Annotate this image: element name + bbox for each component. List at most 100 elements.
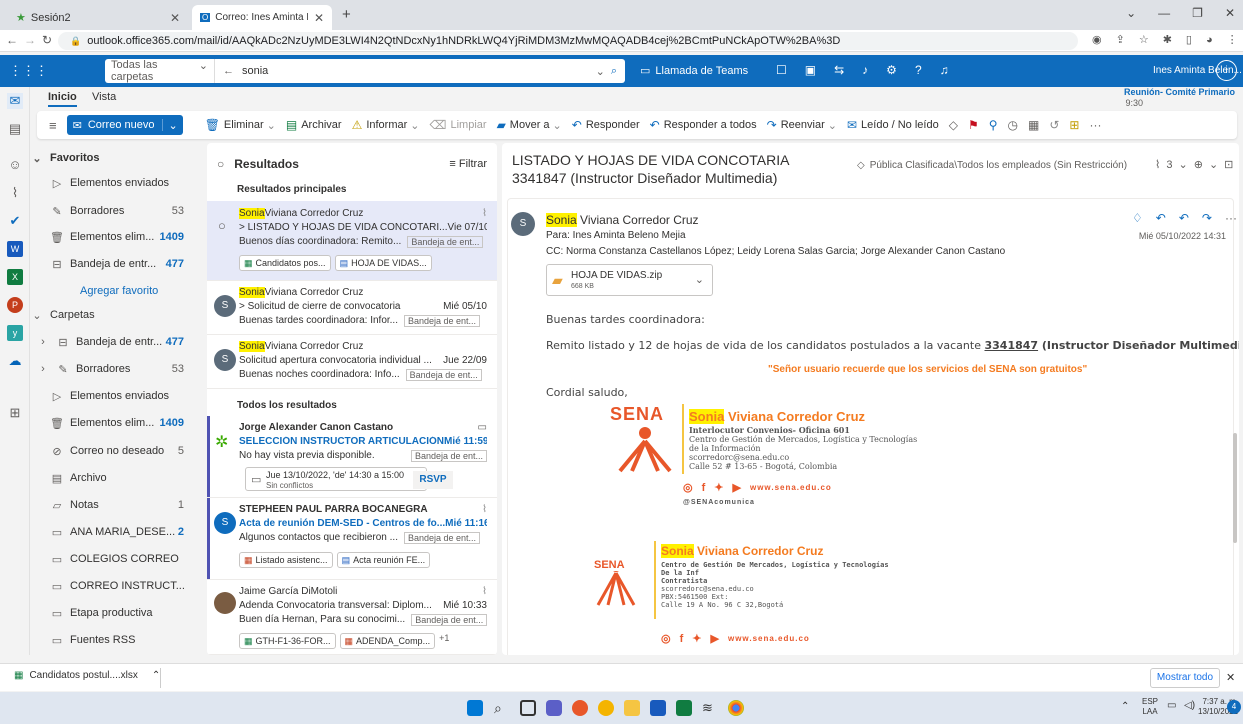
folder-item[interactable]: ▭ ANA MARIA_DESE... 2 <box>30 521 200 543</box>
rules-icon[interactable]: ▦ <box>1028 118 1039 132</box>
teams-chat-icon[interactable] <box>546 700 562 716</box>
chevron-down-icon[interactable]: ⌄ <box>1179 158 1188 171</box>
attachment-chip[interactable]: ▤ Acta reunión FE... <box>336 552 431 568</box>
file-explorer-icon[interactable] <box>624 700 640 716</box>
folder-item[interactable]: ⊟ Bandeja de entr... 477 <box>30 253 200 275</box>
attachment-chip[interactable]: ▤ HOJA DE VIDAS... <box>334 255 432 271</box>
list-item[interactable]: Jaime García DiMotoli ⌇ Adenda Convocator… <box>207 580 497 655</box>
yammer-app-icon[interactable]: y <box>7 325 23 341</box>
rsvp-button[interactable]: RSVP <box>413 471 453 489</box>
user-avatar[interactable]: i <box>1216 60 1237 81</box>
more-apps-icon[interactable]: ⊞ <box>7 405 23 421</box>
close-tab-icon[interactable]: ✕ <box>164 11 180 25</box>
browser-tab-outlook[interactable]: O Correo: Ines Aminta Beleno Mejí ✕ <box>192 5 332 30</box>
folder-item[interactable]: › ⊟ Bandeja de entr... 477 <box>30 331 200 353</box>
clean-button[interactable]: ⌫ Limpiar <box>430 118 487 132</box>
chevron-down-icon[interactable]: ⌄ <box>695 273 704 286</box>
folder-item[interactable]: ▷ Elementos enviados <box>30 385 200 407</box>
settings-gear-icon[interactable]: ⚙ <box>886 63 897 77</box>
more-icon[interactable]: ··· <box>1225 211 1237 225</box>
instagram-icon[interactable]: ◎ <box>683 481 693 494</box>
reading-scrollbar[interactable] <box>1233 433 1237 543</box>
favorites-header[interactable]: ⌄ Favoritos <box>30 147 200 169</box>
move-button[interactable]: ▰ Mover a ⌄ <box>497 118 562 132</box>
teams-call-button[interactable]: ▭ Llamada de Teams <box>640 64 748 78</box>
new-mail-button[interactable]: ✉ Correo nuevo ⌄ <box>66 115 183 135</box>
flag-icon[interactable]: ⚑ <box>968 118 979 132</box>
sig-website[interactable]: www.sena.edu.co <box>750 483 832 492</box>
forward-icon[interactable]: ↷ <box>1202 211 1212 225</box>
task-view-icon[interactable] <box>520 700 536 716</box>
folder-sync-icon[interactable]: ⇆ <box>834 63 844 77</box>
list-item[interactable]: S STEPHEEN PAUL PARRA BOCANEGRA ⌇ Acta de… <box>207 498 497 580</box>
delete-button[interactable]: 🗑 Eliminar ⌄ <box>205 118 276 132</box>
folder-item[interactable]: ▭ Etapa productiva <box>30 602 200 624</box>
reply-button[interactable]: ↶ Responder <box>572 118 640 132</box>
meeting-card[interactable]: ▭ Jue 13/10/2022, 'de' 14:30 a 15:00 Sin… <box>245 467 427 491</box>
url-field[interactable]: 🔒 outlook.office365.com/mail/id/AAQkADc2… <box>58 32 1078 50</box>
chat-icon[interactable]: ☐ <box>776 63 787 77</box>
folder-item[interactable]: ▭ CORREO INSTRUCT... <box>30 575 200 597</box>
attachment-chip[interactable]: ▦ Candidatos pos... <box>239 255 331 271</box>
tag-icon[interactable]: ◇ <box>949 118 958 132</box>
folder-item[interactable]: ▭ Fuentes RSS <box>30 629 200 651</box>
snooze-icon[interactable]: ◷ <box>1008 118 1018 132</box>
search-input[interactable]: sonia <box>242 65 268 77</box>
browser-icon[interactable] <box>598 700 614 716</box>
attachment-card[interactable]: ▰ HOJA DE VIDAS.zip 668 KB ⌄ <box>546 264 713 296</box>
twitter-icon[interactable]: ✦ <box>692 632 701 645</box>
instagram-icon[interactable]: ◎ <box>661 632 671 645</box>
folder-item[interactable]: ▷ Elementos enviados <box>30 172 200 194</box>
tab-vista[interactable]: Vista <box>92 91 116 103</box>
overflow-icon[interactable]: ··· <box>1089 118 1101 132</box>
back-icon[interactable]: ← <box>6 33 18 47</box>
restore-button[interactable]: ❐ <box>1192 6 1203 20</box>
pin-icon[interactable]: ⚲ <box>989 118 998 132</box>
chevron-down-icon[interactable]: ⌄ <box>1209 158 1218 171</box>
reload-icon[interactable]: ↻ <box>42 33 52 47</box>
sig-website[interactable]: www.sena.edu.co <box>728 634 810 643</box>
folder-item[interactable]: ✎ Borradores 53 <box>30 200 200 222</box>
search-icon[interactable]: ⌕ <box>494 700 510 716</box>
youtube-icon[interactable]: ▶ <box>733 481 741 494</box>
apps-icon[interactable]: ⊞ <box>1069 118 1079 132</box>
bookmark-star-icon[interactable]: ☆ <box>1139 33 1149 46</box>
youtube-icon[interactable]: ▶ <box>711 632 719 645</box>
onedrive-icon[interactable]: ☁ <box>7 353 23 369</box>
more-attachments[interactable]: +1 <box>439 633 449 649</box>
location-icon[interactable]: ◉ <box>1092 33 1102 46</box>
folder-item[interactable]: › ✎ Borradores 53 <box>30 358 200 380</box>
forward-icon[interactable]: → <box>24 33 36 47</box>
forward-button[interactable]: ↷ Reenviar ⌄ <box>767 118 837 132</box>
attach-icon[interactable]: ⌇ <box>7 185 23 201</box>
add-favorite-link[interactable]: Agregar favorito <box>30 280 200 302</box>
attachment-chip[interactable]: ▦ ADENDA_Comp... <box>339 633 436 649</box>
search-scope-dropdown[interactable]: Todas las carpetas ⌄ <box>105 59 215 83</box>
reply-icon[interactable]: ↶ <box>1156 211 1166 225</box>
tab-inicio[interactable]: Inicio <box>48 91 77 107</box>
calendar-icon[interactable]: ▤ <box>7 121 23 137</box>
like-icon[interactable]: ♢ <box>1132 211 1143 225</box>
read-unread-button[interactable]: ✉ Leído / No leído <box>847 118 939 132</box>
folder-item[interactable]: 🗑 Elementos elim... 1409 <box>30 412 200 434</box>
word-app-icon[interactable]: W <box>7 241 23 257</box>
facebook-icon[interactable]: f <box>680 633 684 645</box>
word-taskbar-icon[interactable] <box>650 700 666 716</box>
list-item[interactable]: S Sonia Viviana Corredor Cruz > Solicitu… <box>207 281 497 335</box>
close-download-bar-icon[interactable]: ✕ <box>1226 671 1235 684</box>
twitter-icon[interactable]: ✦ <box>714 481 723 494</box>
select-checkbox[interactable]: ○ <box>218 218 226 233</box>
list-item[interactable]: ✲ Jorge Alexander Canon Castano ▭ SELECCI… <box>207 416 497 498</box>
notification-badge[interactable]: 4 <box>1227 700 1241 714</box>
folder-item[interactable]: 🗑 Elementos elim... 1409 <box>30 226 200 248</box>
close-tab-icon[interactable]: ✕ <box>308 11 324 25</box>
undo-icon[interactable]: ↺ <box>1049 118 1059 132</box>
filter-button[interactable]: ≡ Filtrar <box>449 158 487 170</box>
windows-start-icon[interactable] <box>467 700 483 716</box>
chevron-up-icon[interactable]: ⌃ <box>152 670 160 681</box>
zoom-icon[interactable]: ⊕ <box>1194 158 1203 171</box>
notifications-icon[interactable]: ♪ <box>862 63 868 77</box>
download-item[interactable]: ▦ Candidatos postul....xlsx ⌃ <box>14 670 160 681</box>
feedback-icon[interactable]: ♫ <box>940 63 949 77</box>
hamburger-icon[interactable]: ≡ <box>49 118 57 133</box>
